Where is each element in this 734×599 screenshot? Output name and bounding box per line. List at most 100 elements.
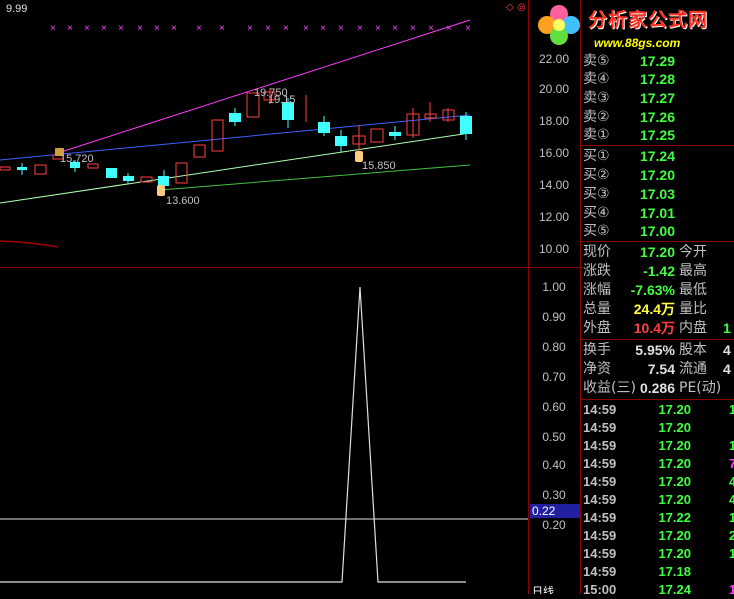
tick-price: 17.24 [658,582,691,597]
x-marker: × [283,23,289,34]
x-marker: × [137,23,143,34]
volume-value: 24.4万 [633,301,675,317]
x-marker: × [265,23,271,34]
stat-row-eps: 收益(三) 0.286 PE(动) [581,379,734,398]
annotation-label: 19.15 [268,94,296,106]
current-price-value: 17.20 [639,244,675,260]
tick-price: 17.20 [658,546,691,561]
stat-row-price: 现价 17.20 今开 [581,243,734,262]
x-marker: × [303,23,309,34]
change-pct-value: -7.63% [630,282,675,298]
ask-price: 17.28 [639,71,675,87]
tick-row: 14:59 17.22 1 [581,509,734,527]
x-marker: × [375,23,381,34]
bid-price: 17.03 [639,186,675,202]
candle [318,122,330,133]
tick-row: 14:59 17.20 4 [581,491,734,509]
indicator-tick: 0.70 [542,370,566,384]
indicator-tick: 0.40 [542,458,566,472]
annotation-label: 13.600 [166,195,200,207]
bid-price: 17.01 [639,205,675,221]
tick-volume: 1 [729,438,734,453]
ask-price: 17.25 [639,127,675,143]
x-marker: × [247,23,253,34]
tick-time: 14:59 [583,402,617,417]
stat-row-outer: 外盘 10.4万 内盘 1 [581,319,734,338]
stat-label: 股本 [679,342,707,358]
stat-label: 总量 [583,301,611,317]
tick-list[interactable]: 14:59 17.20 1 14:59 17.20 14:59 17.20 1 … [581,401,734,597]
tick-time: 14:59 [583,456,617,471]
ask-price: 17.27 [639,90,675,106]
price-tick: 20.00 [538,82,570,96]
bid-row: 买④ 17.01 [581,204,734,223]
stat-row-turnover: 换手 5.95% 股本 4 [581,341,734,360]
tick-row: 14:59 17.18 [581,563,734,581]
stat-row-change: 涨跌 -1.42 最高 [581,262,734,281]
candle [335,136,347,146]
indicator-panel[interactable] [0,268,528,594]
stat-label: 涨幅 [583,282,611,298]
stat-label: 涨跌 [583,263,611,279]
tick-volume: 1 [729,546,734,561]
logo-url: www.88gs.com [594,36,681,50]
settings-icon[interactable]: ◎ [517,2,526,13]
x-marker: × [101,23,107,34]
tick-volume: 1 [729,510,734,525]
bid-label: 买③ [583,186,610,202]
tick-row: 14:59 17.20 1 [581,545,734,563]
ask-row: 卖② 17.26 [581,108,734,127]
eps-value: 0.286 [639,380,675,396]
x-marker: × [392,23,398,34]
nav-value: 7.54 [647,361,675,377]
ask-row: 卖③ 17.27 [581,89,734,108]
indicator-tick: 0.80 [542,340,566,354]
stat-label: 换手 [583,342,611,358]
diamond-icon[interactable]: ◇ [506,2,514,13]
ask-row: 卖⑤ 17.29 [581,52,734,71]
tick-row: 14:59 17.20 4 [581,473,734,491]
tick-time: 14:59 [583,546,617,561]
x-marker: × [118,23,124,34]
change-value: -1.42 [643,263,675,279]
tick-time: 14:59 [583,420,617,435]
bid-row: 买③ 17.03 [581,185,734,204]
annotation-label: 15.720 [60,153,94,165]
tick-volume: 4 [729,492,734,507]
main-chart-panel[interactable]: 9.99 × × × × × × × × × × × × × × × × × ×… [0,0,528,268]
stat-label: 今开 [679,244,707,260]
candle [229,113,241,122]
tick-time: 14:59 [583,510,617,525]
flower-logo-icon [538,5,580,45]
tick-row: 14:59 17.20 [581,419,734,437]
indicator-tick: 1.00 [542,280,566,294]
stat-row-pct: 涨幅 -7.63% 最低 [581,281,734,300]
candle [370,128,384,143]
stat-row-nav: 净资 7.54 流通 4 [581,360,734,379]
candle [193,144,206,158]
annotation-label: 15.850 [362,160,396,172]
ask-label: 卖⑤ [583,53,610,69]
candle [460,116,472,134]
ask-row: 卖④ 17.28 [581,70,734,89]
x-marker: × [465,23,471,34]
ticks-divider [581,399,734,400]
tick-volume: 7 [729,456,734,471]
tab-daily[interactable]: 日线 [532,586,554,594]
x-marker: × [446,23,452,34]
tick-row: 14:59 17.20 7 [581,455,734,473]
stat-label: PE(动) [679,380,722,396]
bid-row: 买② 17.20 [581,166,734,185]
x-marker: × [219,23,225,34]
x-marker: × [357,23,363,34]
tick-price: 17.20 [658,492,691,507]
tick-price: 17.22 [658,510,691,525]
tick-price: 17.20 [658,402,691,417]
indicator-chart [0,286,528,583]
ask-price: 17.26 [639,109,675,125]
price-tick: 22.00 [538,52,570,66]
book-divider [581,241,734,242]
tick-price: 17.20 [658,420,691,435]
price-tick: 14.00 [538,178,570,192]
tick-price: 17.20 [658,456,691,471]
